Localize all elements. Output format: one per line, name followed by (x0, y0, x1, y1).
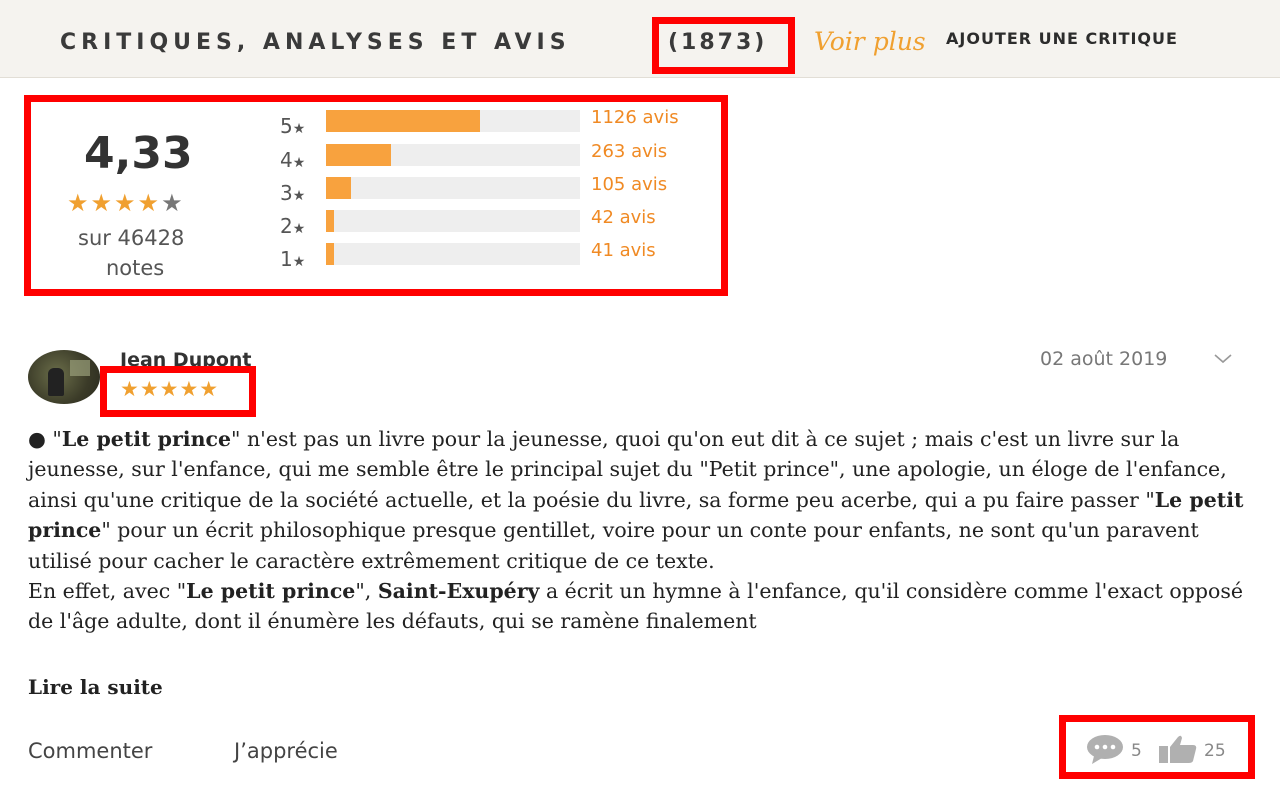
add-review-button[interactable]: AJOUTER UNE CRITIQUE (946, 29, 1178, 48)
reviews-header: CRITIQUES, ANALYSES ET AVIS (1873) Voir … (0, 0, 1280, 78)
star-icon: ★ (292, 254, 306, 270)
distribution-star-label: 5★ (280, 114, 306, 138)
distribution-star-label: 4★ (280, 148, 306, 172)
comment-button[interactable]: Commenter (28, 739, 152, 763)
distribution-count[interactable]: 263 avis (591, 141, 667, 162)
review-stars: ★★★★★ (120, 377, 220, 401)
star-icon: ★ (292, 155, 306, 171)
distribution-bar (326, 177, 580, 199)
star-icon: ★ (161, 189, 185, 217)
distribution-bar (326, 110, 580, 132)
section-title: CRITIQUES, ANALYSES ET AVIS (60, 30, 571, 55)
star-icon: ★ (67, 189, 91, 217)
distribution-star-label: 2★ (280, 214, 306, 238)
read-more-link[interactable]: Lire la suite (28, 675, 163, 699)
distribution-bar-fill (326, 110, 480, 132)
distribution-star-label: 3★ (280, 181, 306, 205)
thumbs-up-icon[interactable] (1158, 734, 1198, 764)
distribution-count[interactable]: 1126 avis (591, 107, 679, 128)
ratings-notes-label: notes (106, 256, 165, 280)
star-icon: ★ (137, 189, 162, 217)
star-icon: ★ (292, 188, 306, 204)
distribution-bar (326, 243, 580, 265)
distribution-count[interactable]: 105 avis (591, 174, 667, 195)
ratings-total: sur 46428 (78, 226, 185, 250)
see-more-link[interactable]: Voir plus (814, 27, 926, 56)
distribution-bar (326, 210, 580, 232)
distribution-bar-fill (326, 177, 352, 199)
comment-count: 5 (1131, 741, 1142, 761)
distribution-bar-fill (326, 144, 391, 166)
review-body: ● "Le petit prince" n'est pas un livre p… (28, 427, 1244, 634)
distribution-star-label: 1★ (280, 247, 306, 271)
avatar[interactable] (28, 350, 100, 404)
distribution-count[interactable]: 41 avis (591, 240, 656, 261)
distribution-bar-fill (326, 243, 334, 265)
like-count: 25 (1204, 741, 1226, 761)
highlight-box-count (652, 17, 795, 74)
star-icon: ★ (90, 189, 115, 217)
review-date: 02 août 2019 (1040, 348, 1168, 370)
like-button[interactable]: J’apprécie (234, 739, 338, 763)
average-rating: 4,33 (84, 128, 193, 179)
star-icon: ★ (292, 121, 306, 137)
average-stars: ★★★★★ (67, 189, 185, 217)
star-icon: ★ (292, 221, 306, 237)
distribution-bar (326, 144, 580, 166)
distribution-bar-fill (326, 210, 334, 232)
chevron-down-icon[interactable] (1214, 350, 1232, 368)
comment-icon[interactable] (1086, 734, 1124, 764)
distribution-count[interactable]: 42 avis (591, 207, 656, 228)
star-icon: ★ (114, 189, 138, 217)
